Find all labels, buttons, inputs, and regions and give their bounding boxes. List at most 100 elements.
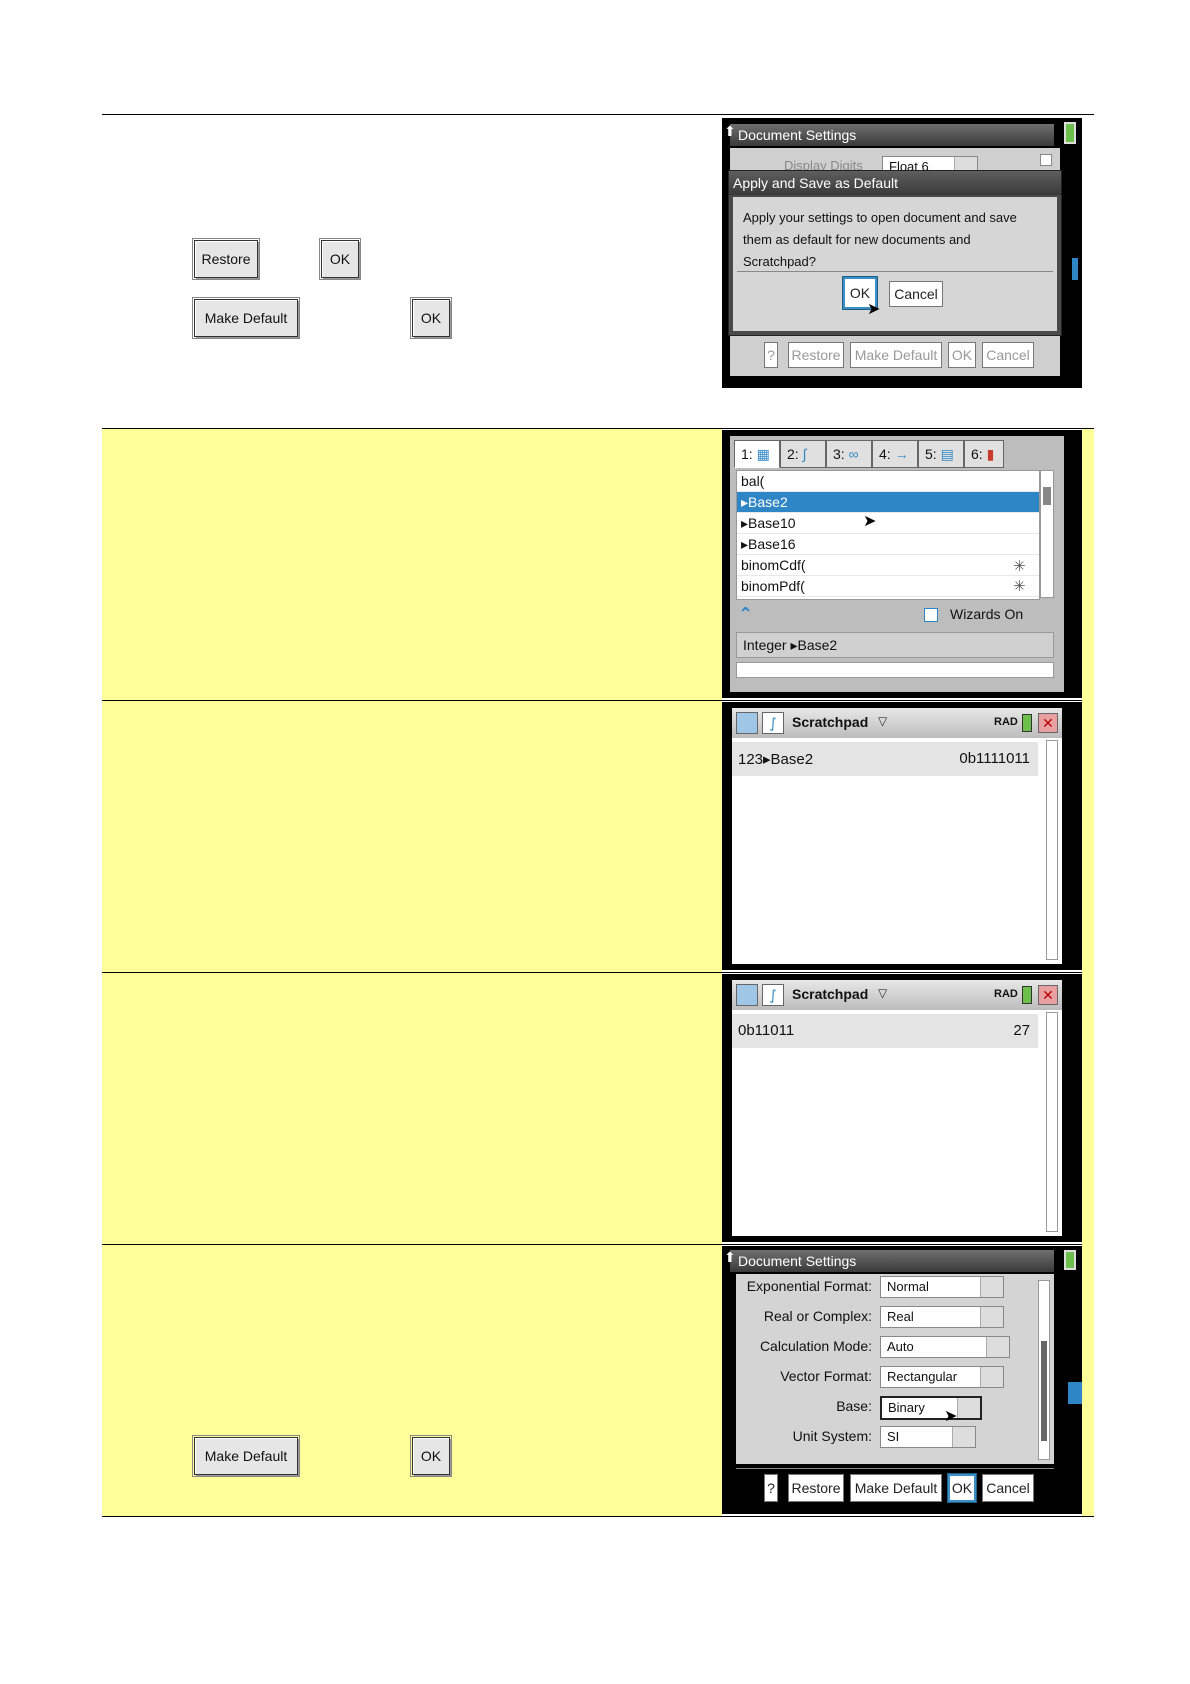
calculator-icon[interactable] [736, 712, 758, 734]
battery-icon [1022, 986, 1032, 1004]
cancel-button[interactable]: Cancel [982, 342, 1034, 368]
ok-button[interactable]: OK [947, 1473, 977, 1503]
history-input: 123▸Base2 [738, 751, 814, 768]
list-item[interactable]: ▸Base10 [737, 513, 1039, 534]
graph-icon[interactable]: ∫ [762, 984, 784, 1006]
help-button[interactable]: ? [764, 342, 778, 368]
row-3-highlight [102, 701, 722, 972]
window-title: Document Settings [730, 1250, 1054, 1272]
calculator-icon[interactable] [736, 984, 758, 1006]
app-title: Scratchpad [792, 986, 869, 1002]
setting-label: Vector Format: [780, 1368, 872, 1384]
list-item[interactable]: ▸Base16 [737, 534, 1039, 555]
graph-icon[interactable]: ∫ [762, 712, 784, 734]
dialog-cancel-button[interactable]: Cancel [889, 281, 943, 307]
history-result: 0b1111011 [959, 750, 1030, 767]
setting-label: Exponential Format: [746, 1278, 872, 1294]
tab-5[interactable]: 5: ▤ [918, 440, 964, 468]
setting-label: Real or Complex: [763, 1308, 872, 1324]
base-select[interactable]: Binary [880, 1396, 982, 1420]
help-button[interactable]: ? [764, 1474, 778, 1502]
ok-key: OK [410, 1435, 452, 1477]
history-scrollbar[interactable] [1046, 740, 1058, 960]
history-area: 0b11011 27 [732, 1010, 1062, 1236]
catalog-list[interactable]: bal( ▸Base2 ▸Base10 ▸Base16 binomCdf( bi… [736, 470, 1040, 600]
tab-4[interactable]: 4: → [872, 440, 918, 468]
table-rule-top [102, 114, 1094, 115]
right-highlight-strip [1082, 429, 1094, 1516]
dialog-body: Apply your settings to open document and… [733, 197, 1057, 331]
row-5-highlight [102, 1245, 722, 1516]
table-rule-bottom [102, 1516, 1094, 1517]
mouse-pointer-icon: ➤ [944, 1406, 958, 1425]
screen-scratchpad-binary: ∫ Scratchpad ▽ RAD ✕ 0b11011 27 [722, 974, 1082, 1242]
dialog: Apply and Save as Default Apply your set… [728, 170, 1062, 336]
wizards-checkbox[interactable] [924, 608, 938, 622]
scroll-thumb[interactable] [1041, 1341, 1047, 1441]
app-title: Scratchpad [792, 714, 869, 730]
tab-6[interactable]: 6: ▮ [964, 440, 1004, 468]
screen-apply-save-default: Document Settings ⬆ Display Digits Float… [722, 118, 1082, 388]
app-header: ∫ Scratchpad ▽ RAD ✕ [732, 980, 1062, 1010]
angle-mode: RAD [994, 716, 1018, 728]
setting-label: Calculation Mode: [759, 1338, 872, 1354]
screen-scratchpad-base2: ∫ Scratchpad ▽ RAD ✕ 123▸Base2 0b1111011 [722, 702, 1082, 970]
history-input: 0b11011 [738, 1022, 795, 1039]
wizards-label: Wizards On [950, 606, 1024, 622]
make-default-button[interactable]: Make Default [850, 342, 942, 368]
list-scrollbar[interactable] [1040, 470, 1054, 598]
tab-2[interactable]: 2: ∫ [780, 440, 826, 468]
list-item[interactable]: binomCdf( [737, 555, 1039, 576]
scroll-up-button[interactable] [1040, 154, 1052, 166]
history-scrollbar[interactable] [1046, 1012, 1058, 1232]
exponential-format-select[interactable]: Normal [880, 1276, 1004, 1298]
chevron-down-icon[interactable]: ▽ [878, 714, 887, 728]
syntax-help: Integer ▸Base2 [736, 632, 1054, 658]
chevron-down-icon[interactable]: ▽ [878, 986, 887, 1000]
window-title: Document Settings [730, 124, 1054, 146]
side-indicator [1068, 1382, 1082, 1404]
tab-1[interactable]: 1: ▦ [734, 440, 780, 468]
unit-system-select[interactable]: SI [880, 1426, 976, 1448]
entry-line[interactable] [736, 662, 1054, 678]
close-icon[interactable]: ✕ [1038, 713, 1058, 733]
screen-document-settings: Document Settings ⬆ Exponential Format: … [722, 1246, 1082, 1514]
list-item[interactable]: bal( [737, 471, 1039, 492]
expand-up-icon[interactable]: ⌃ [738, 604, 758, 625]
restore-key: Restore [192, 238, 260, 280]
app-header: ∫ Scratchpad ▽ RAD ✕ [732, 708, 1062, 738]
history-entry[interactable]: 0b11011 27 [732, 1014, 1038, 1048]
side-indicator [1072, 258, 1078, 280]
tab-3[interactable]: 3: ∞ [826, 440, 872, 468]
ok-button[interactable]: OK [948, 342, 976, 368]
scroll-thumb[interactable] [1043, 487, 1051, 505]
settings-scrollbar[interactable] [1038, 1280, 1050, 1460]
battery-icon [1022, 714, 1032, 732]
dialog-title: Apply and Save as Default [729, 171, 1061, 195]
dialog-message: Apply your settings to open document and… [743, 210, 1017, 269]
dialog-divider [737, 271, 1053, 272]
ok-key: OK [319, 238, 361, 280]
wizard-icon: ✳ [1013, 557, 1026, 575]
vector-format-select[interactable]: Rectangular [880, 1366, 1004, 1388]
close-icon[interactable]: ✕ [1038, 985, 1058, 1005]
setting-label: Base: [836, 1398, 872, 1414]
screen-catalog: 1: ▦ 2: ∫ 3: ∞ 4: → 5: ▤ 6: ▮ bal( ▸Base… [722, 430, 1082, 698]
cancel-button[interactable]: Cancel [982, 1474, 1034, 1502]
real-complex-select[interactable]: Real [880, 1306, 1004, 1328]
list-item-selected[interactable]: ▸Base2 [737, 492, 1039, 513]
up-arrow-icon: ⬆ [724, 124, 736, 140]
make-default-button[interactable]: Make Default [850, 1474, 942, 1502]
battery-icon [1064, 1250, 1076, 1270]
history-entry[interactable]: 123▸Base2 0b1111011 [732, 742, 1038, 776]
setting-label: Unit System: [792, 1428, 872, 1444]
list-item[interactable]: binomPdf( [737, 576, 1039, 597]
calculation-mode-select[interactable]: Auto [880, 1336, 1010, 1358]
make-default-key: Make Default [192, 297, 300, 339]
restore-button[interactable]: Restore [788, 1474, 844, 1502]
angle-mode: RAD [994, 988, 1018, 1000]
button-divider [736, 1468, 1054, 1469]
mouse-pointer-icon: ➤ [867, 299, 881, 318]
catalog-tabs: 1: ▦ 2: ∫ 3: ∞ 4: → 5: ▤ 6: ▮ [734, 440, 1060, 468]
restore-button[interactable]: Restore [788, 342, 844, 368]
